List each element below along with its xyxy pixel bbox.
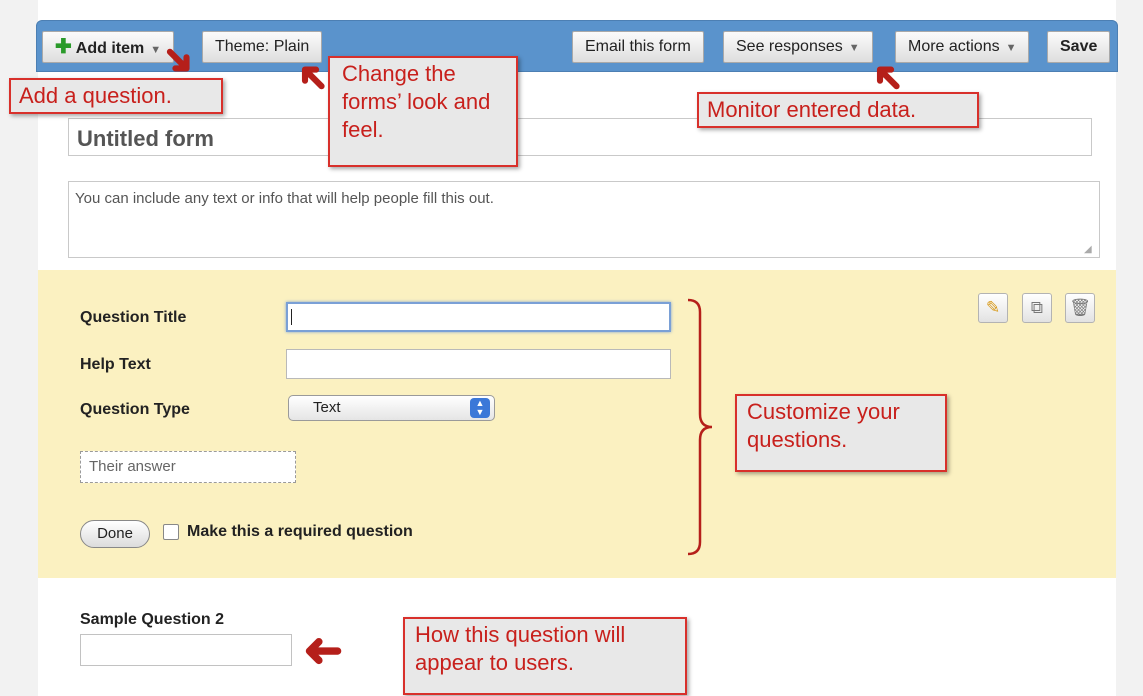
text-cursor	[291, 309, 292, 325]
callout-add-question: Add a question.	[9, 78, 223, 114]
more-actions-label: More actions	[908, 38, 1000, 55]
trash-icon[interactable]: 🗑	[1065, 293, 1095, 323]
callout-monitor-data: Monitor entered data.	[697, 92, 979, 128]
select-stepper-icon[interactable]: ▲ ▼	[470, 398, 490, 418]
help-text-input[interactable]	[286, 349, 671, 379]
theme-button[interactable]: Theme: Plain	[202, 31, 323, 63]
required-checkbox[interactable]	[163, 524, 179, 540]
save-button[interactable]: Save	[1047, 31, 1111, 63]
chevron-down-icon: ▼	[848, 42, 860, 54]
question-type-label: Question Type	[80, 401, 190, 418]
see-responses-button[interactable]: See responses ▼	[723, 31, 873, 63]
see-responses-label: See responses	[736, 38, 843, 55]
help-text-label: Help Text	[80, 356, 151, 373]
add-item-button[interactable]: ✚ Add item ▼	[42, 31, 175, 63]
right-gutter	[1116, 0, 1143, 696]
done-button[interactable]: Done	[80, 520, 150, 548]
plus-icon: ✚	[55, 36, 72, 58]
pencil-icon[interactable]: ✎	[978, 293, 1008, 323]
chevron-down-icon: ▼	[1005, 42, 1017, 54]
question-type-select[interactable]: Text	[288, 395, 495, 421]
email-form-button[interactable]: Email this form	[572, 31, 704, 63]
duplicate-icon[interactable]: ⧉	[1022, 293, 1052, 323]
question-title-input[interactable]	[286, 302, 671, 332]
callout-change-look: Change the forms’ look and feel.	[328, 56, 518, 167]
answer-preview: Their answer	[80, 451, 296, 483]
bracket-icon	[687, 298, 713, 556]
sample-question-title: Sample Question 2	[80, 611, 225, 628]
resize-grip-icon[interactable]: ◢	[1084, 244, 1096, 256]
form-description-input[interactable]: You can include any text or info that wi…	[68, 181, 1100, 258]
callout-appear-to-users: How this question will appear to users.	[403, 617, 687, 695]
arrow-icon: ➜	[303, 625, 344, 678]
sample-question-input[interactable]	[80, 634, 292, 666]
required-label: Make this a required question	[187, 523, 413, 540]
callout-customize: Customize your questions.	[735, 394, 947, 472]
add-item-label: Add item	[75, 40, 145, 57]
question-title-label: Question Title	[80, 309, 187, 326]
more-actions-button[interactable]: More actions ▼	[895, 31, 1030, 63]
